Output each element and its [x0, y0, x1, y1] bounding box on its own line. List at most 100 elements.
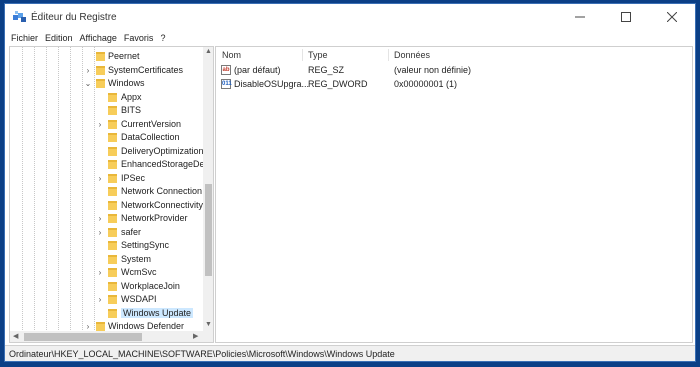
list-row-disable-os-upgrade[interactable]: 011 DisableOSUpgra... REG_DWORD 0x000000… [216, 78, 692, 91]
chevron-right-icon[interactable]: › [96, 296, 104, 304]
tree-item[interactable]: DataCollection [10, 131, 202, 145]
tree-item-label: Peernet [108, 51, 140, 61]
values-list-pane[interactable]: Nom Type Données ab (par défaut) REG_SZ … [215, 46, 693, 343]
chevron-right-icon[interactable]: › [96, 215, 104, 223]
maximize-button[interactable] [603, 4, 649, 30]
tree-item-label: EnhancedStorageDev [121, 159, 210, 169]
registry-app-icon [13, 11, 26, 22]
value-name: DisableOSUpgra... [234, 79, 310, 89]
tree-item[interactable]: › IPSec [10, 172, 202, 186]
column-separator[interactable] [302, 49, 303, 61]
tree-item-label: WorkplaceJoin [121, 280, 180, 291]
chevron-right-icon[interactable]: › [96, 269, 104, 277]
tree-item[interactable]: › WcmSvc [10, 266, 202, 280]
folder-icon [108, 146, 117, 156]
tree-item[interactable]: SettingSync [10, 239, 202, 253]
tree-item[interactable]: EnhancedStorageDev [10, 158, 209, 172]
tree-item[interactable]: System [10, 253, 202, 267]
menu-edition[interactable]: Edition [45, 33, 73, 43]
tree-item-label: Windows Update [121, 307, 194, 318]
registry-tree-pane[interactable]: Peernet › SystemCertificates ⌄ Windows Appx BI… [9, 46, 214, 343]
tree-item-label: NetworkProvider [121, 213, 188, 223]
chevron-right-icon[interactable]: › [84, 323, 92, 331]
title-bar[interactable]: Éditeur du Registre [5, 4, 695, 30]
menu-fichier[interactable]: Fichier [11, 33, 38, 43]
folder-icon [108, 308, 117, 318]
tree-item[interactable]: ⌄ Windows [10, 77, 202, 91]
tree-item-label: IPSec [121, 172, 146, 183]
tree-item[interactable]: › safer [10, 226, 202, 240]
window-title: Éditeur du Registre [31, 12, 117, 23]
tree-item[interactable]: WorkplaceJoin [10, 280, 202, 294]
tree-item-label: safer [121, 226, 142, 237]
tree-item[interactable]: › NetworkProvider [10, 212, 202, 226]
tree-horizontal-scrollbar[interactable]: ◀ ▶ [10, 331, 213, 342]
tree-item[interactable]: › SystemCertificates [10, 64, 202, 78]
value-type: REG_SZ [308, 65, 345, 75]
scroll-down-icon[interactable]: ▼ [203, 321, 213, 328]
value-data: 0x00000001 (1) [394, 79, 458, 89]
value-name: (par défaut) [234, 65, 281, 75]
chevron-right-icon[interactable]: › [84, 66, 92, 75]
close-button[interactable] [649, 4, 695, 30]
binary-value-icon: 011 [221, 79, 232, 89]
tree-horizontal-scroll-thumb[interactable] [24, 333, 142, 341]
tree-vertical-scrollbar[interactable]: ▲ ▼ [203, 47, 213, 331]
folder-icon [108, 200, 117, 210]
folder-icon [108, 295, 117, 304]
tree-vertical-scroll-thumb[interactable] [205, 184, 212, 276]
close-icon [667, 12, 677, 22]
folder-icon [96, 65, 105, 75]
value-data: (valeur non définie) [394, 65, 472, 75]
minimize-button[interactable] [557, 4, 603, 30]
folder-icon [108, 92, 117, 102]
scroll-up-icon[interactable]: ▲ [203, 48, 213, 55]
folder-icon [96, 79, 105, 88]
menu-affichage[interactable]: Affichage [80, 33, 117, 43]
tree-item-label: Windows Defender [108, 321, 185, 331]
tree-item-label: DeliveryOptimization [121, 145, 204, 156]
tree-item[interactable]: BITS [10, 104, 202, 118]
column-header-name[interactable]: Nom [222, 50, 241, 60]
tree-item-label: SettingSync [121, 240, 170, 250]
tree-item[interactable]: Windows Update [10, 307, 202, 321]
menu-favoris[interactable]: Favoris [124, 33, 154, 43]
tree-item[interactable]: Network Connection [10, 185, 202, 199]
tree-item[interactable]: Appx [10, 91, 202, 105]
string-value-icon: ab [221, 65, 231, 75]
tree-item[interactable]: › WSDAPI [10, 293, 202, 307]
folder-icon [108, 119, 117, 129]
chevron-down-icon[interactable]: ⌄ [84, 80, 92, 88]
tree-item-label: NetworkConnectivity [121, 199, 204, 210]
column-separator[interactable] [388, 49, 389, 61]
tree-item[interactable]: DeliveryOptimization [10, 145, 204, 159]
folder-icon [108, 268, 117, 277]
chevron-right-icon[interactable]: › [96, 174, 104, 183]
folder-icon [108, 254, 117, 264]
column-header-type[interactable]: Type [308, 50, 328, 60]
scroll-right-icon[interactable]: ▶ [193, 332, 198, 340]
menu-help[interactable]: ? [160, 33, 165, 43]
tree-item-label: Appx [121, 91, 142, 102]
folder-icon [108, 160, 117, 169]
status-bar-path: Ordinateur\HKEY_LOCAL_MACHINE\SOFTWARE\P… [5, 345, 695, 361]
folder-icon [108, 241, 117, 250]
maximize-icon [621, 12, 631, 22]
column-header-data[interactable]: Données [394, 50, 430, 60]
list-row-default[interactable]: ab (par défaut) REG_SZ (valeur non défin… [216, 64, 692, 77]
menu-bar: Fichier Edition Affichage Favoris ? [5, 30, 695, 46]
tree-item-label: CurrentVersion [121, 118, 182, 129]
tree-item[interactable]: › CurrentVersion [10, 118, 202, 132]
tree-item-label: Windows [108, 78, 145, 88]
scroll-left-icon[interactable]: ◀ [13, 332, 18, 340]
tree-item-label: BITS [121, 105, 142, 115]
tree-item-label: SystemCertificates [108, 64, 184, 75]
chevron-right-icon[interactable]: › [96, 120, 104, 129]
minimize-icon [575, 16, 585, 18]
folder-icon [108, 281, 117, 291]
folder-icon [108, 227, 117, 237]
folder-icon [108, 187, 117, 196]
tree-item[interactable]: Peernet [10, 50, 202, 64]
tree-item[interactable]: NetworkConnectivity [10, 199, 204, 213]
chevron-right-icon[interactable]: › [96, 228, 104, 237]
